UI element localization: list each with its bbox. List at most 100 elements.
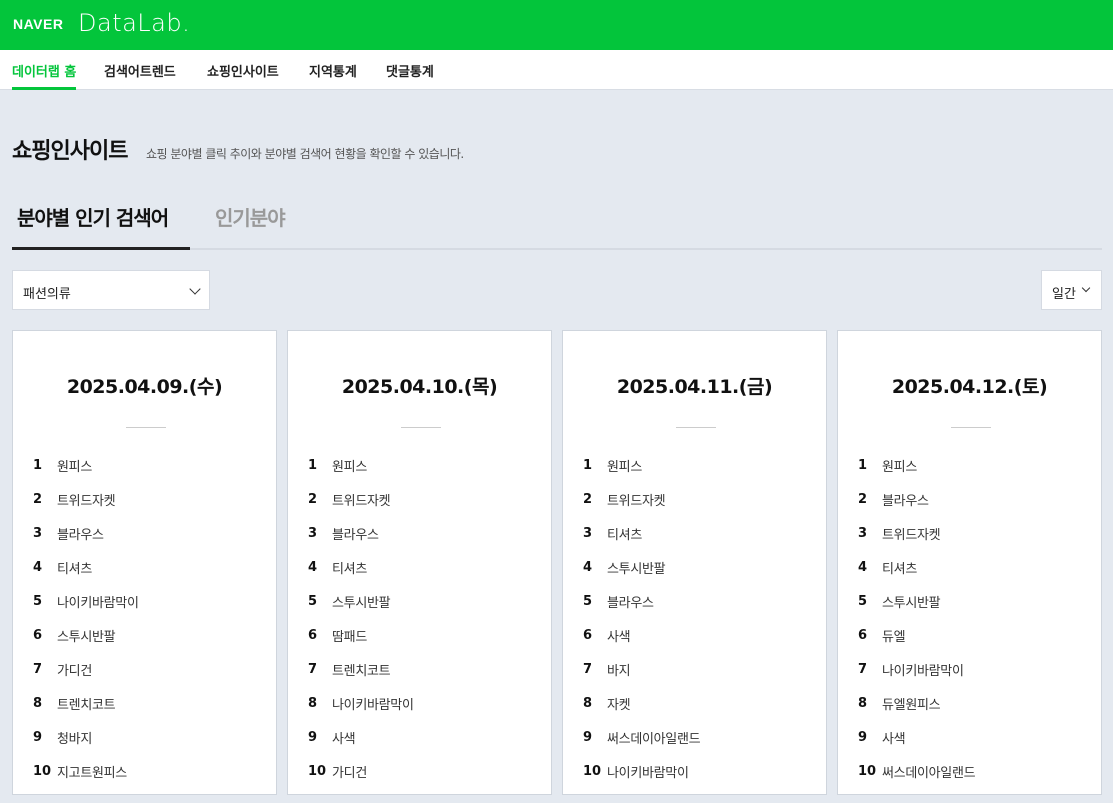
keyword-row[interactable]: 7 가디건 bbox=[33, 652, 139, 686]
keyword-label[interactable]: 사색 bbox=[607, 626, 631, 645]
keyword-row[interactable]: 6 듀엘 bbox=[858, 618, 975, 652]
nav-item-regional-stats[interactable]: 지역통계 bbox=[309, 61, 357, 90]
nav-item-comment-stats[interactable]: 댓글통계 bbox=[386, 61, 434, 90]
keyword-label[interactable]: 써스데이아일랜드 bbox=[607, 728, 701, 747]
keyword-row[interactable]: 10 지고트원피스 bbox=[33, 754, 139, 788]
keyword-row[interactable]: 1 원피스 bbox=[33, 448, 139, 482]
keyword-label[interactable]: 바지 bbox=[607, 660, 631, 679]
keyword-label[interactable]: 사색 bbox=[882, 728, 906, 747]
rank-number: 1 bbox=[858, 457, 868, 473]
keyword-label[interactable]: 트위드자켓 bbox=[607, 490, 666, 509]
keyword-row[interactable]: 7 트렌치코트 bbox=[308, 652, 414, 686]
keyword-label[interactable]: 사색 bbox=[332, 728, 356, 747]
keyword-row[interactable]: 6 땀패드 bbox=[308, 618, 414, 652]
keyword-label[interactable]: 듀엘원피스 bbox=[882, 694, 941, 713]
keyword-row[interactable]: 8 듀엘원피스 bbox=[858, 686, 975, 720]
keyword-label[interactable]: 스투시반팔 bbox=[332, 592, 391, 611]
keyword-row[interactable]: 6 사색 bbox=[583, 618, 700, 652]
category-select[interactable]: 패션의류 bbox=[12, 270, 210, 310]
rank-number: 1 bbox=[583, 457, 593, 473]
keyword-row[interactable]: 3 블라우스 bbox=[33, 516, 139, 550]
keyword-label[interactable]: 지고트원피스 bbox=[57, 762, 127, 781]
keyword-label[interactable]: 나이키바람막이 bbox=[57, 592, 139, 611]
keyword-label[interactable]: 원피스 bbox=[57, 456, 92, 475]
keyword-row[interactable]: 9 사색 bbox=[858, 720, 975, 754]
keyword-row[interactable]: 7 바지 bbox=[583, 652, 700, 686]
keyword-row[interactable]: 9 사색 bbox=[308, 720, 414, 754]
keyword-label[interactable]: 트위드자켓 bbox=[57, 490, 116, 509]
keyword-row[interactable]: 5 스투시반팔 bbox=[308, 584, 414, 618]
nav-item-shopping-insight[interactable]: 쇼핑인사이트 bbox=[207, 61, 279, 90]
keyword-label[interactable]: 트렌치코트 bbox=[57, 694, 116, 713]
keyword-label[interactable]: 원피스 bbox=[882, 456, 917, 475]
keyword-label[interactable]: 땀패드 bbox=[332, 626, 367, 645]
keyword-label[interactable]: 듀엘 bbox=[882, 626, 906, 645]
keyword-row[interactable]: 5 나이키바람막이 bbox=[33, 584, 139, 618]
rank-number: 6 bbox=[583, 627, 593, 643]
keyword-row[interactable]: 10 나이키바람막이 bbox=[583, 754, 700, 788]
tab-popular-keywords[interactable]: 분야별 인기 검색어 bbox=[12, 202, 190, 250]
keyword-row[interactable]: 6 스투시반팔 bbox=[33, 618, 139, 652]
rank-number: 9 bbox=[308, 729, 318, 745]
keyword-label[interactable]: 청바지 bbox=[57, 728, 92, 747]
keyword-label[interactable]: 트렌치코트 bbox=[332, 660, 391, 679]
keyword-row[interactable]: 2 트위드자켓 bbox=[33, 482, 139, 516]
keyword-label[interactable]: 티셔츠 bbox=[607, 524, 642, 543]
rank-number: 2 bbox=[308, 491, 318, 507]
keyword-row[interactable]: 7 나이키바람막이 bbox=[858, 652, 975, 686]
keyword-row[interactable]: 2 트위드자켓 bbox=[583, 482, 700, 516]
keyword-label[interactable]: 원피스 bbox=[332, 456, 367, 475]
keyword-row[interactable]: 3 티셔츠 bbox=[583, 516, 700, 550]
keyword-label[interactable]: 티셔츠 bbox=[57, 558, 92, 577]
keyword-label[interactable]: 블라우스 bbox=[57, 524, 104, 543]
keyword-label[interactable]: 트위드자켓 bbox=[882, 524, 941, 543]
card-date: 2025.04.10.(목) bbox=[341, 376, 498, 398]
tab-popular-categories[interactable]: 인기분야 bbox=[215, 202, 286, 231]
keyword-row[interactable]: 2 트위드자켓 bbox=[308, 482, 414, 516]
keyword-row[interactable]: 1 원피스 bbox=[858, 448, 975, 482]
keyword-label[interactable]: 나이키바람막이 bbox=[882, 660, 964, 679]
rank-number: 4 bbox=[33, 559, 43, 575]
keyword-row[interactable]: 5 스투시반팔 bbox=[858, 584, 975, 618]
keyword-row[interactable]: 9 써스데이아일랜드 bbox=[583, 720, 701, 754]
keyword-row[interactable]: 10 써스데이아일랜드 bbox=[858, 754, 976, 788]
keyword-label[interactable]: 스투시반팔 bbox=[57, 626, 116, 645]
keyword-row[interactable]: 1 원피스 bbox=[308, 448, 414, 482]
keyword-label[interactable]: 나이키바람막이 bbox=[332, 694, 414, 713]
nav-item-datalab-home[interactable]: 데이터랩 홈 bbox=[12, 61, 77, 90]
ranking-card: 2025.04.11.(금) 1 원피스 2 트위드자켓 3 티셔츠 4 스투시반팔 5 블라우스… bbox=[562, 330, 827, 795]
keyword-label[interactable]: 블라우스 bbox=[882, 490, 929, 509]
keyword-label[interactable]: 자켓 bbox=[607, 694, 631, 713]
keyword-label[interactable]: 트위드자켓 bbox=[332, 490, 391, 509]
period-select[interactable]: 일간 bbox=[1041, 270, 1102, 310]
keyword-label[interactable]: 티셔츠 bbox=[332, 558, 367, 577]
rank-number: 10 bbox=[308, 763, 327, 779]
keyword-label[interactable]: 블라우스 bbox=[607, 592, 654, 611]
keyword-row[interactable]: 4 티셔츠 bbox=[308, 550, 414, 584]
keyword-label[interactable]: 나이키바람막이 bbox=[607, 762, 689, 781]
keyword-label[interactable]: 써스데이아일랜드 bbox=[882, 762, 976, 781]
keyword-row[interactable]: 4 스투시반팔 bbox=[583, 550, 700, 584]
keyword-row[interactable]: 4 티셔츠 bbox=[33, 550, 139, 584]
keyword-row[interactable]: 3 트위드자켓 bbox=[858, 516, 975, 550]
nav-item-search-trend[interactable]: 검색어트렌드 bbox=[104, 61, 176, 90]
keyword-label[interactable]: 가디건 bbox=[332, 762, 367, 781]
keyword-row[interactable]: 5 블라우스 bbox=[583, 584, 700, 618]
keyword-row[interactable]: 8 나이키바람막이 bbox=[308, 686, 414, 720]
keyword-label[interactable]: 블라우스 bbox=[332, 524, 379, 543]
naver-logo[interactable]: NAVER bbox=[13, 16, 63, 32]
keyword-row[interactable]: 3 블라우스 bbox=[308, 516, 414, 550]
keyword-label[interactable]: 스투시반팔 bbox=[882, 592, 941, 611]
keyword-row[interactable]: 8 트렌치코트 bbox=[33, 686, 139, 720]
keyword-label[interactable]: 가디건 bbox=[57, 660, 92, 679]
keyword-row[interactable]: 2 블라우스 bbox=[858, 482, 975, 516]
keyword-row[interactable]: 4 티셔츠 bbox=[858, 550, 975, 584]
keyword-row[interactable]: 8 자켓 bbox=[583, 686, 700, 720]
keyword-row[interactable]: 1 원피스 bbox=[583, 448, 700, 482]
keyword-row[interactable]: 9 청바지 bbox=[33, 720, 139, 754]
keyword-label[interactable]: 원피스 bbox=[607, 456, 642, 475]
keyword-row[interactable]: 10 가디건 bbox=[308, 754, 414, 788]
keyword-label[interactable]: 스투시반팔 bbox=[607, 558, 666, 577]
keyword-label[interactable]: 티셔츠 bbox=[882, 558, 917, 577]
datalab-logo[interactable]: DataLab. bbox=[78, 9, 190, 37]
